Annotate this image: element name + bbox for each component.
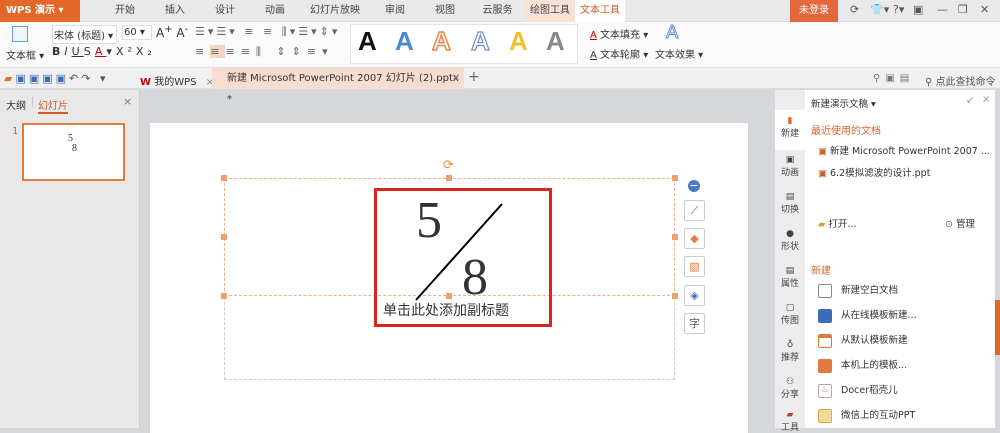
font-grow-shrink-icons[interactable]: A+ A- xyxy=(156,24,188,40)
open-button[interactable]: ▰ 打开... xyxy=(818,216,856,230)
close-tab-icon[interactable]: × xyxy=(452,72,460,83)
style-blue[interactable]: A xyxy=(395,26,414,57)
tab-home[interactable]: 开始 xyxy=(100,0,150,22)
text-style-gallery[interactable] xyxy=(350,24,578,64)
format-buttons[interactable]: BIUSA▾X²X₂ xyxy=(52,45,156,58)
text-fill-button[interactable]: A 文本填充 ▾ xyxy=(590,26,648,41)
outline-icon[interactable]: ▧ xyxy=(684,256,705,277)
slide-thumbnail[interactable]: 58 xyxy=(22,123,125,181)
task-pane xyxy=(805,90,995,428)
align-buttons[interactable]: ≡≡≡≡⫼ ⇕⇕≡▾ xyxy=(195,45,334,59)
refresh-icon[interactable]: ⟳ xyxy=(850,3,859,16)
tab-cloud[interactable]: 云服务 xyxy=(470,0,525,22)
textbox-button[interactable]: 文本框 ▾ xyxy=(6,47,44,62)
restore-icon[interactable]: ❐ xyxy=(958,3,968,16)
layers-icon[interactable]: ◈ xyxy=(684,285,705,306)
tab-drawing-tools[interactable]: 绘图工具 xyxy=(525,0,575,22)
tab-slides[interactable]: 幻灯片 xyxy=(38,97,68,114)
new-tab-button[interactable]: + xyxy=(468,69,480,85)
new-header: 新建 xyxy=(811,266,831,277)
toolbar-icons[interactable]: ⚲▣▤ xyxy=(873,73,914,84)
collapse-icon[interactable]: − xyxy=(688,180,700,192)
tab-my-wps[interactable]: W 我的WPS × xyxy=(140,73,214,88)
style-gray[interactable]: A xyxy=(546,26,565,57)
strip-transition[interactable]: ▤ 切换 xyxy=(775,192,805,215)
docer[interactable]: ♨ Docer稻壳儿 xyxy=(818,382,898,398)
command-search[interactable]: ⚲ 点此查找命令 xyxy=(925,73,996,88)
strip-animation[interactable]: ▣ 动画 xyxy=(775,155,805,178)
strip-recommend[interactable]: ♁ 推荐 xyxy=(775,340,805,363)
tab-outline[interactable]: 大纲 xyxy=(6,97,26,112)
tab-slideshow[interactable]: 幻灯片放映 xyxy=(300,0,370,22)
new-blank-doc[interactable]: 新建空白文档 xyxy=(818,282,898,298)
fill-icon[interactable]: ◆ xyxy=(684,228,705,249)
tab-design[interactable]: 设计 xyxy=(200,0,250,22)
edit-shape-icon[interactable]: ⟋ xyxy=(684,200,705,221)
rotate-handle-icon[interactable]: ⟳ xyxy=(443,158,454,173)
subtitle-placeholder[interactable]: 单击此处添加副标题 xyxy=(383,300,509,320)
text-effect-button[interactable]: 文本效果 ▾ xyxy=(655,46,703,61)
text-outline-button[interactable]: A 文本轮廓 ▾ xyxy=(590,46,648,61)
close-panel-icon[interactable]: × xyxy=(123,95,132,108)
tab-text-tools[interactable]: 文本工具 xyxy=(575,0,625,22)
tab-insert[interactable]: 插入 xyxy=(150,0,200,22)
strip-new[interactable]: ▮ 新建 xyxy=(775,116,805,139)
app-logo: WPS 演示 xyxy=(6,5,56,16)
manage-button[interactable]: ⊙ 管理 xyxy=(945,216,975,230)
font-select[interactable]: 宋体 (标题) ▾ xyxy=(52,25,117,44)
fraction-slash xyxy=(415,203,503,301)
recent-header: 最近使用的文档 xyxy=(811,126,881,137)
text-icon[interactable]: 字 xyxy=(684,313,705,334)
skin-icon[interactable]: 👕▾ xyxy=(870,3,889,16)
slide-number: 1 xyxy=(12,126,19,137)
pane-expand-handle[interactable] xyxy=(995,300,1000,355)
wechat-interactive-ppt[interactable]: 微信上的互动PPT xyxy=(818,407,915,423)
tab-animation[interactable]: 动画 xyxy=(250,0,300,22)
new-from-online-template[interactable]: 从在线模板新建... xyxy=(818,307,917,323)
strip-properties[interactable]: ▤ 属性 xyxy=(775,266,805,289)
pane-title[interactable]: 新建演示文稿 ▾ xyxy=(811,96,876,110)
tab-current-document[interactable]: 新建 Microsoft PowerPoint 2007 幻灯片 (2).ppt… xyxy=(212,68,464,105)
tab-view[interactable]: 视图 xyxy=(420,0,470,22)
size-select[interactable]: 60 ▾ xyxy=(122,25,152,40)
wps-menu-button[interactable]: WPS 演示 ▾ xyxy=(0,0,80,22)
style-blue-outline[interactable]: A xyxy=(470,25,490,57)
pane-undock-icon[interactable]: ↙ xyxy=(966,95,974,106)
new-from-default-template[interactable]: 从默认模板新建 xyxy=(818,332,908,348)
tab-review[interactable]: 审阅 xyxy=(370,0,420,22)
strip-tools[interactable]: ▰ 工具 xyxy=(775,410,805,433)
strip-share[interactable]: ⚇ 分享 xyxy=(775,377,805,400)
recent-item[interactable]: ▣ 新建 Microsoft PowerPoint 2007 ... xyxy=(818,143,990,157)
close-icon[interactable]: ✕ xyxy=(980,3,989,16)
list-buttons[interactable]: ☰▾☰▾ ≡ ≡ ⫼▾☰▾⇕▾ xyxy=(195,25,340,39)
strip-shapes[interactable]: ● 形状 xyxy=(775,229,805,252)
local-templates[interactable]: 本机上的模板... xyxy=(818,357,907,373)
quick-access-icons[interactable]: ▰▣▣▣▣↶↷ ▾ xyxy=(4,72,109,85)
pane-close-icon[interactable]: × xyxy=(982,94,990,105)
style-yellow[interactable]: A xyxy=(509,26,528,57)
style-orange-outline[interactable]: A xyxy=(431,25,451,57)
style-black[interactable]: A xyxy=(358,26,377,57)
strip-upload-image[interactable]: ▢ 传图 xyxy=(775,303,805,326)
pin-icon[interactable]: ▣ xyxy=(913,3,923,16)
textbox-icon[interactable] xyxy=(12,26,28,42)
minimize-icon[interactable]: — xyxy=(937,3,948,16)
recent-item[interactable]: ▣ 6.2模拟滤波的设计.ppt xyxy=(818,165,930,179)
text-effect-icon[interactable]: A xyxy=(665,22,678,44)
login-button[interactable]: 未登录 xyxy=(790,0,838,22)
help-icon[interactable]: ?▾ xyxy=(893,3,904,16)
